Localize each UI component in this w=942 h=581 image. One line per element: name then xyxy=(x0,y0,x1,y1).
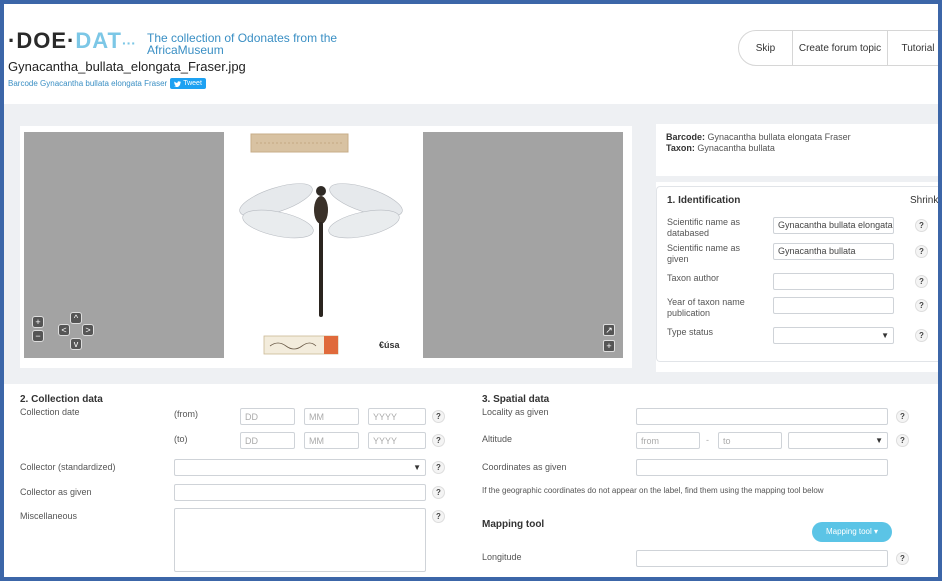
help-icon[interactable]: ? xyxy=(915,275,928,288)
meta-taxon-line: Taxon: Gynacantha bullata xyxy=(666,143,928,154)
chevron-down-icon: ▼ xyxy=(875,436,883,445)
collector-given-label: Collector as given xyxy=(20,487,92,497)
sci-name-databased-label: Scientific name as databased xyxy=(667,217,741,238)
coordinates-input[interactable] xyxy=(636,459,888,476)
tweet-button[interactable]: Tweet xyxy=(170,78,206,89)
help-icon[interactable]: ? xyxy=(896,434,909,447)
to-month-input[interactable]: MM xyxy=(304,432,359,449)
date-from-label: (from) xyxy=(174,409,198,419)
barcode-text: Barcode Gynacantha bullata elongata Fras… xyxy=(8,79,168,88)
type-status-label: Type status xyxy=(667,327,714,337)
specimen-meta: Barcode: Gynacantha bullata elongata Fra… xyxy=(656,124,938,176)
help-icon[interactable]: ? xyxy=(915,329,928,342)
locality-input[interactable] xyxy=(636,408,888,425)
pan-right-button[interactable]: > xyxy=(82,324,94,336)
sticker-label: €úsa xyxy=(379,340,400,350)
header: ·DOE·DAT··· The collection of Odonates f… xyxy=(4,4,938,104)
barcode-line: Barcode Gynacantha bullata elongata Fras… xyxy=(8,78,206,89)
meta-taxon-value: Gynacantha bullata xyxy=(697,143,775,153)
to-day-input[interactable]: DD xyxy=(240,432,295,449)
altitude-from-input[interactable]: from xyxy=(636,432,700,449)
mapping-tool-button[interactable]: Mapping tool ▾ xyxy=(812,522,892,542)
logo-dots: ··· xyxy=(121,35,136,51)
collector-given-input[interactable] xyxy=(174,484,426,501)
doedat-logo[interactable]: ·DOE·DAT··· xyxy=(8,28,136,54)
spatial-data-title: 3. Spatial data xyxy=(482,394,550,405)
reset-view-button[interactable]: + xyxy=(603,340,615,352)
date-to-label: (to) xyxy=(174,434,188,444)
collector-standardized-label: Collector (standardized) xyxy=(20,462,116,472)
zoom-out-button[interactable]: − xyxy=(32,330,44,342)
help-icon[interactable]: ? xyxy=(915,245,928,258)
help-icon[interactable]: ? xyxy=(432,486,445,499)
chevron-down-icon: ▼ xyxy=(413,463,421,472)
locality-label: Locality as given xyxy=(482,407,549,417)
taxon-author-label: Taxon author xyxy=(667,273,720,283)
collector-standardized-select[interactable]: ▼ xyxy=(174,459,426,476)
shrink-button[interactable]: Shrink xyxy=(910,195,938,206)
pan-up-button[interactable]: ^ xyxy=(70,312,82,324)
sci-name-given-label: Scientific name as given xyxy=(667,243,741,264)
viewer-background-right: ↗ + xyxy=(423,132,623,358)
altitude-label: Altitude xyxy=(482,434,513,444)
help-icon[interactable]: ? xyxy=(432,434,445,447)
collection-subtitle[interactable]: The collection of Odonates from the Afri… xyxy=(147,32,377,56)
identification-card: 1. Identification Shrink Scientific name… xyxy=(656,186,938,362)
taxon-author-input[interactable] xyxy=(773,273,894,290)
pan-down-button[interactable]: v xyxy=(70,338,82,350)
meta-barcode-value: Gynacantha bullata elongata Fraser xyxy=(707,132,851,142)
help-icon[interactable]: ? xyxy=(896,552,909,565)
dragonfly-specimen-image xyxy=(239,133,403,355)
help-icon[interactable]: ? xyxy=(915,299,928,312)
identification-title: 1. Identification xyxy=(667,195,741,206)
meta-barcode-label: Barcode: xyxy=(666,132,706,142)
meta-barcode-line: Barcode: Gynacantha bullata elongata Fra… xyxy=(666,132,928,143)
help-icon[interactable]: ? xyxy=(432,510,445,523)
miscellaneous-label: Miscellaneous xyxy=(20,511,78,521)
from-month-input[interactable]: MM xyxy=(304,408,359,425)
help-icon[interactable]: ? xyxy=(432,410,445,423)
type-status-select[interactable]: ▼ xyxy=(773,327,894,344)
collection-date-label: Collection date xyxy=(20,407,80,417)
altitude-to-input[interactable]: to xyxy=(718,432,782,449)
skip-button[interactable]: Skip xyxy=(739,31,793,65)
meta-taxon-label: Taxon: xyxy=(666,143,695,153)
help-icon[interactable]: ? xyxy=(432,461,445,474)
year-publication-label: Year of taxon name publication xyxy=(667,297,745,318)
sci-name-given-input[interactable]: Gynacantha bullata xyxy=(773,243,894,260)
mapping-note: If the geographic coordinates do not app… xyxy=(482,486,824,495)
pan-left-button[interactable]: < xyxy=(58,324,70,336)
year-publication-input[interactable] xyxy=(773,297,894,314)
collection-data-title: 2. Collection data xyxy=(20,394,103,405)
specimen-image: €úsa xyxy=(236,132,416,358)
longitude-input[interactable] xyxy=(636,550,888,567)
identification-panel: 1. Identification Shrink Scientific name… xyxy=(656,182,938,372)
help-icon[interactable]: ? xyxy=(896,410,909,423)
coordinates-label: Coordinates as given xyxy=(482,462,567,472)
altitude-separator: - xyxy=(706,435,709,445)
mapping-tool-title: Mapping tool xyxy=(482,519,545,530)
image-filename: Gynacantha_bullata_elongata_Fraser.jpg xyxy=(8,59,246,74)
chevron-down-icon: ▼ xyxy=(881,331,889,340)
viewer-background-left: + − ^ < > v xyxy=(24,132,224,358)
logo-dat: DAT xyxy=(75,28,122,53)
twitter-bird-icon xyxy=(174,80,182,87)
rotate-button[interactable]: ↗ xyxy=(603,324,615,336)
header-actions: Skip Create forum topic Tutorial xyxy=(738,30,938,66)
from-year-input[interactable]: YYYY xyxy=(368,408,426,425)
image-viewer[interactable]: + − ^ < > v €úsa ↗ + xyxy=(20,126,632,368)
longitude-label: Longitude xyxy=(482,552,522,562)
from-day-input[interactable]: DD xyxy=(240,408,295,425)
sci-name-databased-input[interactable]: Gynacantha bullata elongata Fra xyxy=(773,217,894,234)
help-icon[interactable]: ? xyxy=(915,219,928,232)
logo-doe: DOE xyxy=(16,28,68,53)
zoom-in-button[interactable]: + xyxy=(32,316,44,328)
tutorial-button[interactable]: Tutorial xyxy=(888,31,938,65)
create-forum-topic-button[interactable]: Create forum topic xyxy=(793,31,888,65)
miscellaneous-textarea[interactable] xyxy=(174,508,426,572)
tweet-label: Tweet xyxy=(183,80,202,87)
app-frame: ·DOE·DAT··· The collection of Odonates f… xyxy=(4,4,938,577)
altitude-unit-select[interactable]: ▼ xyxy=(788,432,888,449)
to-year-input[interactable]: YYYY xyxy=(368,432,426,449)
